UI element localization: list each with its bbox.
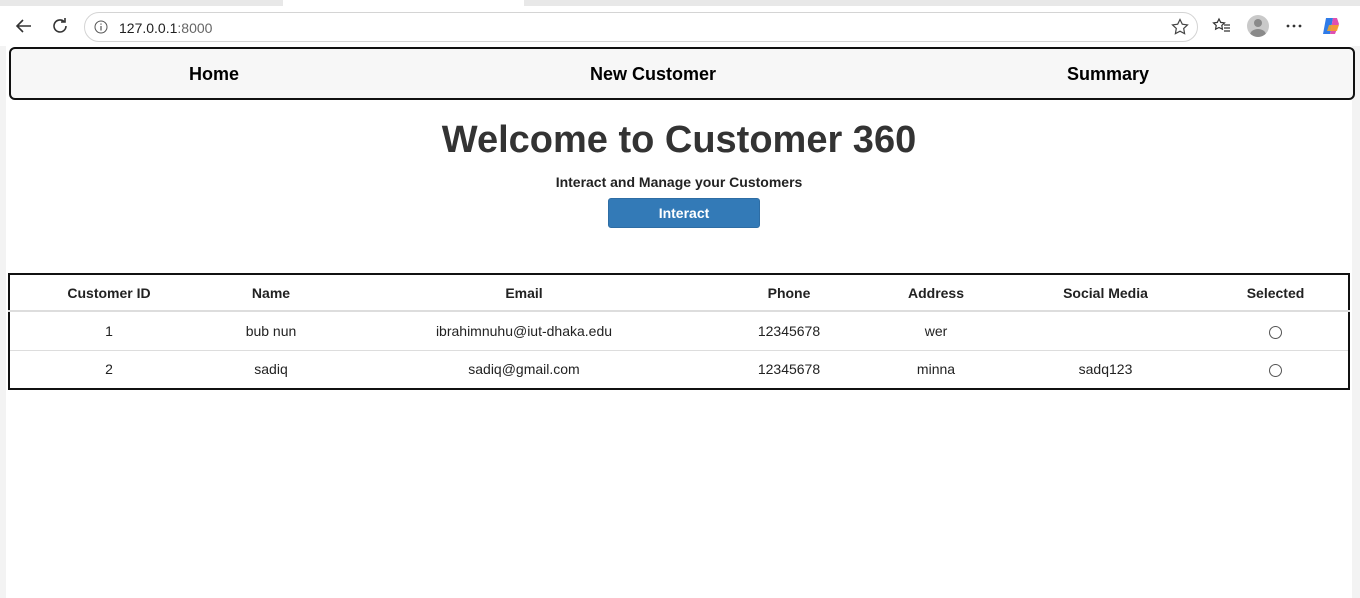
column-header: Customer ID	[9, 274, 208, 312]
interact-button[interactable]: Interact	[608, 198, 760, 228]
nav-new-customer-link[interactable]: New Customer	[590, 64, 716, 85]
table-header-row: Customer ID Name Email Phone Address Soc…	[9, 274, 1349, 312]
customer-table: Customer ID Name Email Phone Address Soc…	[8, 273, 1350, 390]
back-arrow-icon[interactable]	[12, 14, 36, 38]
url-port: :8000	[177, 20, 213, 36]
more-menu-icon[interactable]	[1282, 14, 1306, 38]
favorites-icon[interactable]	[1210, 14, 1234, 38]
star-icon[interactable]	[1171, 18, 1189, 41]
select-radio[interactable]	[1269, 325, 1282, 339]
cell-selected	[1203, 350, 1349, 389]
cell-name: bub nun	[208, 311, 334, 351]
nav-summary-link[interactable]: Summary	[1067, 64, 1149, 85]
navbar: Home New Customer Summary	[9, 47, 1355, 100]
cell-customer-id: 1	[9, 311, 208, 351]
url-host: 127.0.0.1	[119, 20, 178, 36]
scrollbar-track[interactable]	[1352, 46, 1360, 598]
cell-phone: 12345678	[714, 311, 864, 351]
copilot-icon[interactable]	[1319, 14, 1343, 38]
cell-social-media: sadq123	[1078, 361, 1133, 378]
site-info-icon[interactable]	[94, 20, 108, 39]
column-header: Address	[864, 274, 1008, 312]
page-title: Welcome to Customer 360	[441, 119, 917, 161]
page-subtitle: Interact and Manage your Customers	[555, 174, 803, 190]
select-radio[interactable]	[1269, 364, 1282, 378]
table-row: 1 bub nun ibrahimnuhu@iut-dhaka.edu 1234…	[9, 311, 1349, 351]
cell-social-media	[1008, 311, 1203, 351]
nav-home-link[interactable]: Home	[189, 64, 239, 85]
column-header: Email	[334, 274, 714, 312]
cell-selected	[1203, 311, 1349, 351]
cell-address: minna	[916, 361, 956, 378]
page-viewport: Home New Customer Summary Welcome to Cus…	[6, 46, 1355, 598]
url-text[interactable]: 127.0.0.1:8000	[119, 20, 212, 36]
cell-address: wer	[864, 311, 1008, 351]
cell-email: ibrahimnuhu@iut-dhaka.edu	[334, 311, 714, 351]
reload-icon[interactable]	[48, 14, 72, 38]
column-header: Phone	[714, 274, 864, 312]
column-header: Selected	[1203, 274, 1349, 312]
cell-phone: 12345678	[757, 361, 821, 378]
address-bar[interactable]: 127.0.0.1:8000	[84, 12, 1198, 42]
browser-toolbar: 127.0.0.1:8000	[0, 6, 1360, 46]
table-row: 2 sadiq sadiq@gmail.com 12345678 minna s…	[9, 350, 1349, 389]
column-header: Social Media	[1008, 274, 1203, 312]
cell-email: sadiq@gmail.com	[468, 361, 580, 378]
cell-customer-id: 2	[105, 361, 113, 378]
cell-name: sadiq	[254, 361, 288, 378]
profile-avatar-icon[interactable]	[1246, 14, 1270, 38]
column-header: Name	[208, 274, 334, 312]
